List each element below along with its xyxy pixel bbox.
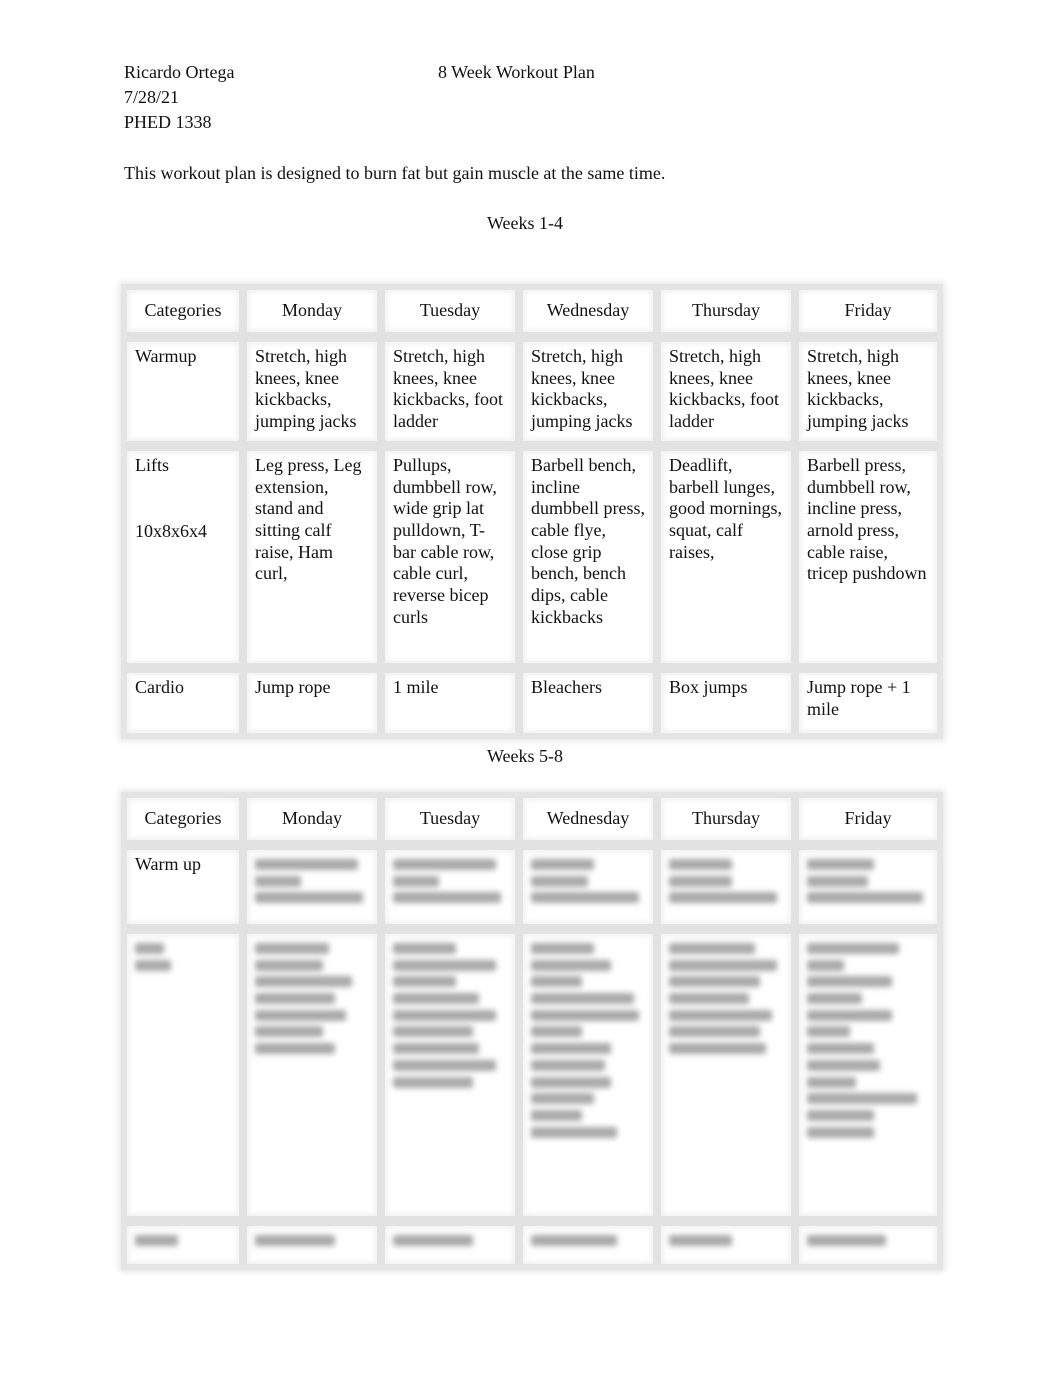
redacted-cell <box>523 934 661 1226</box>
table-cell: Stretch, high knees, knee kickbacks, jum… <box>523 342 661 451</box>
table-cell: 1 mile <box>385 672 523 733</box>
redacted-cell <box>247 934 385 1226</box>
document-title: 8 Week Workout Plan <box>438 62 595 82</box>
rep-scheme: 10x8x6x4 <box>135 520 207 541</box>
row-label: Warmup <box>127 342 247 451</box>
table-cell: Leg press, Leg extension, stand and sitt… <box>247 450 385 673</box>
table-cell: Pullups, dumbbell row, wide grip lat pul… <box>385 450 523 673</box>
weeks-5-8-table: Categories Monday Tuesday Wednesday Thur… <box>121 792 943 1270</box>
column-header-monday: Monday <box>247 290 385 342</box>
intro-paragraph: This workout plan is designed to burn fa… <box>124 163 666 183</box>
table-cell: Stretch, high knees, knee kickbacks, foo… <box>385 342 523 451</box>
table-row-warmup: Warm up <box>127 850 937 934</box>
column-header-tuesday: Tuesday <box>385 798 523 850</box>
redacted-cell <box>127 934 247 1226</box>
column-header-categories: Categories <box>127 798 247 850</box>
table-cell: Barbell press, dumbbell row, incline pre… <box>799 451 937 673</box>
row-label: Warm up <box>127 850 247 934</box>
table-cell: Stretch, high knees, knee kickbacks, foo… <box>661 342 799 451</box>
column-header-categories: Categories <box>127 290 247 342</box>
redacted-cell <box>661 850 799 934</box>
column-header-thursday: Thursday <box>661 290 799 342</box>
table-row-lifts: Lifts 10x8x6x4 Leg press, Leg extension,… <box>127 450 937 673</box>
table-row-lifts <box>127 934 937 1226</box>
redacted-cell <box>661 1226 799 1264</box>
redacted-cell <box>127 1226 247 1264</box>
table-cell: Box jumps <box>661 672 799 733</box>
redacted-cell <box>661 934 799 1226</box>
table-cell: Stretch, high knees, knee kickbacks, jum… <box>799 342 937 451</box>
row-label-cell: Lifts 10x8x6x4 <box>127 450 247 673</box>
weeks-5-8-table-container: Categories Monday Tuesday Wednesday Thur… <box>121 792 943 1270</box>
column-header-friday: Friday <box>799 798 937 850</box>
redacted-cell <box>523 1226 661 1264</box>
redacted-cell <box>523 850 661 934</box>
table-cell: Jump rope + 1 mile <box>799 673 937 733</box>
table-cell: Jump rope <box>247 672 385 733</box>
table1-heading: Weeks 1-4 <box>486 213 564 233</box>
weeks-1-4-table: Categories Monday Tuesday Wednesday Thur… <box>121 284 943 739</box>
weeks-1-4-table-container: Categories Monday Tuesday Wednesday Thur… <box>121 284 943 739</box>
column-header-wednesday: Wednesday <box>523 798 661 850</box>
column-header-friday: Friday <box>799 290 937 342</box>
redacted-cell <box>799 1226 937 1264</box>
redacted-cell <box>385 934 523 1226</box>
redacted-cell <box>247 1226 385 1264</box>
table-cell: Stretch, high knees, knee kickbacks, jum… <box>247 342 385 451</box>
row-label: Cardio <box>127 672 247 733</box>
column-header-monday: Monday <box>247 798 385 850</box>
redacted-cell <box>799 850 937 934</box>
table-row-warmup: Warmup Stretch, high knees, knee kickbac… <box>127 342 937 451</box>
column-header-thursday: Thursday <box>661 798 799 850</box>
table-row-cardio: Cardio Jump rope 1 mile Bleachers Box ju… <box>127 672 937 733</box>
table2-heading: Weeks 5-8 <box>486 746 564 766</box>
redacted-cell <box>385 850 523 934</box>
column-header-tuesday: Tuesday <box>385 290 523 342</box>
column-header-wednesday: Wednesday <box>523 290 661 342</box>
redacted-cell <box>799 934 937 1226</box>
redacted-cell <box>247 850 385 934</box>
table-header-row: Categories Monday Tuesday Wednesday Thur… <box>127 798 937 850</box>
table-header-row: Categories Monday Tuesday Wednesday Thur… <box>127 290 937 342</box>
document-date: 7/28/21 <box>124 87 180 107</box>
table-cell: Barbell bench, incline dumbbell press, c… <box>523 450 661 673</box>
table-row-cardio <box>127 1226 937 1264</box>
redacted-cell <box>385 1226 523 1264</box>
table-cell: Deadlift, barbell lunges, good mornings,… <box>661 450 799 673</box>
table-cell: Bleachers <box>523 672 661 733</box>
row-label: Lifts <box>135 454 169 475</box>
course-code: PHED 1338 <box>124 112 212 132</box>
author-name: Ricardo Ortega <box>124 62 235 82</box>
